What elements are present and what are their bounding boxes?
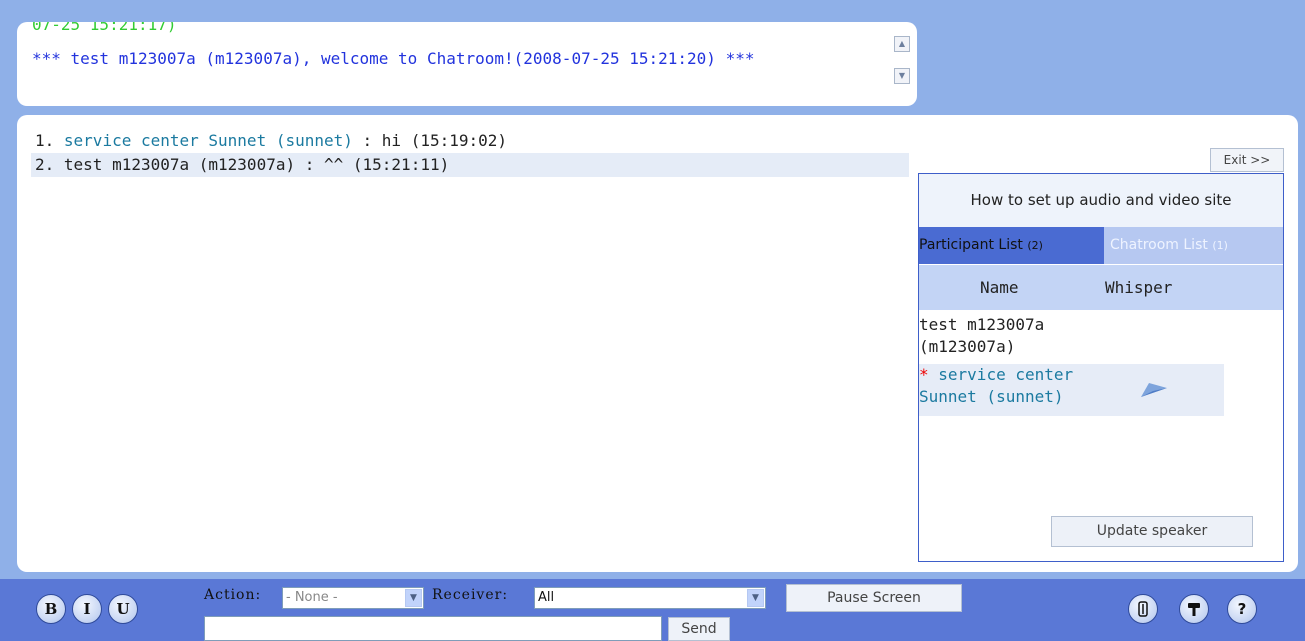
message-input[interactable] [204, 616, 662, 641]
help-icon[interactable]: ? [1227, 594, 1257, 624]
participant-name-line: (m123007a) [919, 337, 1016, 356]
attachment-icon[interactable] [1128, 594, 1158, 624]
update-speaker-button[interactable]: Update speaker [1051, 516, 1253, 547]
underline-button[interactable]: U [108, 594, 138, 624]
send-button[interactable]: Send [668, 617, 730, 641]
welcome-message: *** test m123007a (m123007a), welcome to… [32, 49, 755, 68]
column-header-name: Name [980, 278, 1019, 297]
message-text: : ^^ (15:21:11) [295, 155, 450, 174]
audio-video-help-link[interactable]: How to set up audio and video site [919, 174, 1283, 227]
participant-panel: How to set up audio and video site Parti… [918, 173, 1284, 562]
bold-button[interactable]: B [36, 594, 66, 624]
speaker-marker: * [919, 365, 929, 384]
action-select-value: - None - [286, 590, 338, 605]
scroll-down-button[interactable]: ▼ [894, 68, 910, 84]
tab-chatroom-list[interactable]: Chatroom List (1) [1104, 227, 1283, 264]
arrow-down-icon: ▼ [898, 71, 906, 80]
tab-label: Participant List [919, 237, 1023, 253]
chat-area: 1. service center Sunnet (sunnet) : hi (… [17, 115, 1298, 572]
participant-row: test m123007a (m123007a) [919, 314, 1224, 358]
message-text: : hi (15:19:02) [352, 131, 508, 150]
paper-plane-icon[interactable] [1139, 379, 1169, 405]
arrow-up-icon: ▲ [898, 39, 906, 48]
chevron-down-icon: ▼ [747, 589, 764, 607]
participant-name-line: Sunnet (sunnet) [919, 387, 1064, 406]
chat-message: 2. test m123007a (m123007a) : ^^ (15:21:… [31, 153, 909, 177]
exit-button[interactable]: Exit >> [1210, 148, 1284, 172]
tab-participant-list[interactable]: Participant List (2) [919, 227, 1104, 264]
pause-screen-button[interactable]: Pause Screen [786, 584, 962, 612]
system-message-cut-line: 07-25 15:21:17) [32, 22, 177, 34]
receiver-select-value: All [538, 590, 555, 605]
chat-message: 1. service center Sunnet (sunnet) : hi (… [31, 129, 909, 153]
participant-list-header: Name Whisper [919, 265, 1283, 310]
tab-label: Chatroom List [1110, 237, 1208, 253]
column-header-whisper: Whisper [1105, 278, 1173, 297]
scroll-up-button[interactable]: ▲ [894, 36, 910, 52]
message-number: 1. [35, 131, 55, 150]
message-sender[interactable]: service center Sunnet (sunnet) [64, 131, 353, 150]
message-number: 2. [35, 155, 55, 174]
chat-message-list: 1. service center Sunnet (sunnet) : hi (… [31, 129, 909, 177]
action-select[interactable]: - None - ▼ [282, 587, 424, 609]
receiver-select[interactable]: All ▼ [534, 587, 766, 609]
system-message-box: 07-25 15:21:17) *** test m123007a (m1230… [17, 22, 917, 106]
message-sender: test m123007a (m123007a) [63, 155, 296, 174]
participant-name-line: service center [928, 365, 1074, 384]
tab-count: (1) [1212, 239, 1228, 252]
participant-name-line: test m123007a [919, 315, 1045, 334]
chevron-down-icon: ▼ [405, 589, 422, 607]
participant-row: * service center Sunnet (sunnet) [919, 364, 1224, 416]
bottom-toolbar: B I U Action: - None - ▼ Receiver: All ▼… [0, 579, 1305, 641]
action-label: Action: [204, 587, 262, 603]
italic-button[interactable]: I [72, 594, 102, 624]
receiver-label: Receiver: [432, 587, 509, 603]
tools-icon[interactable] [1179, 594, 1209, 624]
tab-count: (2) [1027, 239, 1043, 252]
